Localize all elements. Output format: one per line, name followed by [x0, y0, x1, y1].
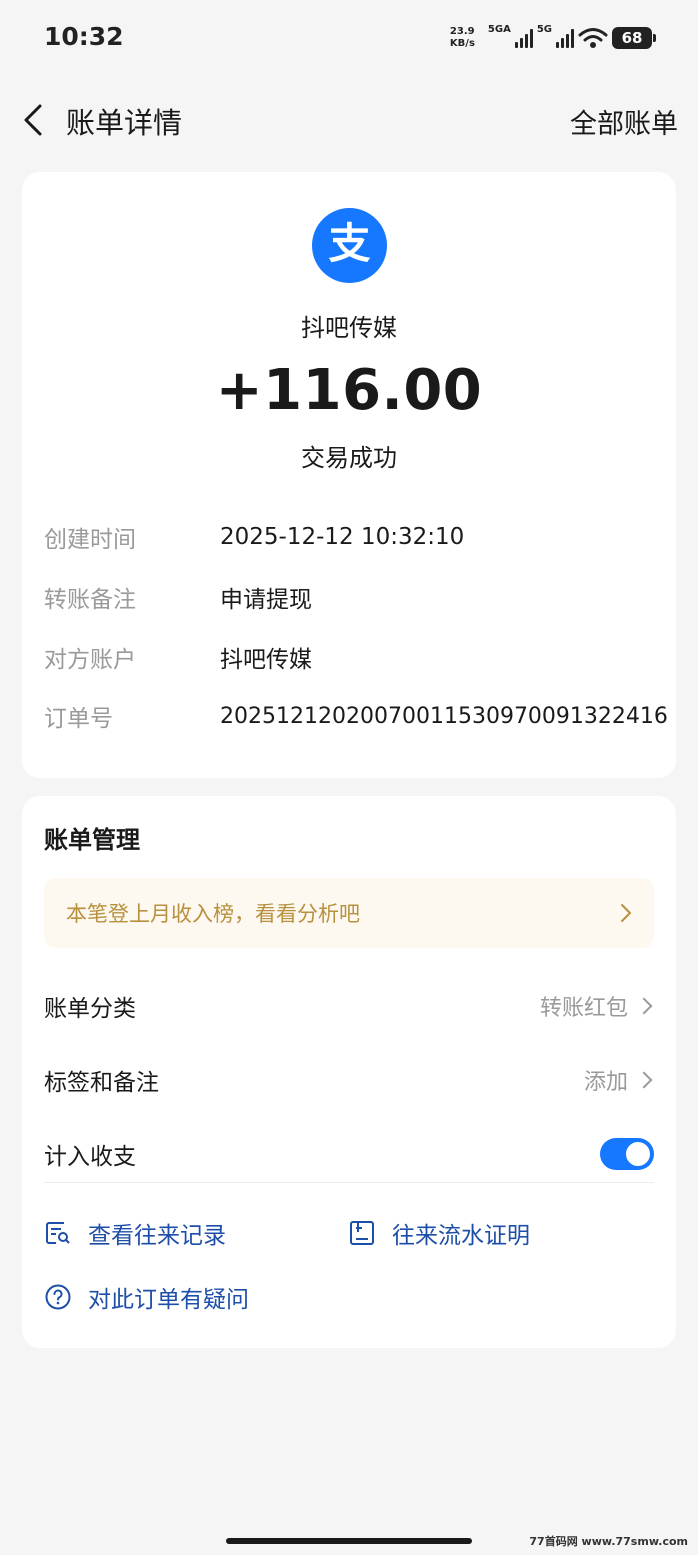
battery-icon: 68: [612, 27, 656, 49]
merchant-name: 抖吧传媒: [301, 314, 397, 342]
help-circle-icon: [45, 1284, 71, 1310]
signal-icon-1: [514, 28, 533, 48]
transaction-proof-link[interactable]: 往来流水证明: [348, 1216, 530, 1250]
detail-value: 2025-12-12 10:32:10: [220, 524, 465, 550]
alipay-logo-icon: 支: [312, 208, 387, 283]
detail-value: 申请提现: [220, 587, 312, 613]
signal-icon-2: [556, 28, 574, 48]
bill-management-card: 账单管理 本笔登上月收入榜，看看分析吧 账单分类 转账红包 标签和备注 添加 计…: [22, 796, 676, 1348]
watermark: 77首码网 www.77smw.com: [529, 1535, 688, 1548]
section-title: 账单管理: [44, 826, 140, 854]
bill-category-row[interactable]: 账单分类 转账红包: [44, 986, 654, 1026]
chevron-left-icon[interactable]: [18, 102, 48, 138]
view-records-link[interactable]: 查看往来记录: [44, 1216, 226, 1250]
status-time: 10:32: [44, 22, 124, 51]
order-question-link[interactable]: 对此订单有疑问: [44, 1280, 249, 1314]
row-label: 计入收支: [44, 1144, 136, 1170]
transaction-status: 交易成功: [301, 444, 397, 472]
chevron-right-icon: [635, 1071, 653, 1089]
income-ranking-banner[interactable]: 本笔登上月收入榜，看看分析吧: [44, 878, 654, 948]
row-value: 添加: [583, 1070, 628, 1095]
chevron-right-icon: [635, 997, 653, 1015]
record-search-icon: [46, 1222, 70, 1244]
divider: [44, 1182, 654, 1183]
row-label: 账单分类: [44, 996, 136, 1022]
detail-row-transfer-note: 转账备注 申请提现: [44, 579, 312, 615]
include-in-budget-row: 计入收支: [44, 1134, 654, 1174]
link-label: 对此订单有疑问: [88, 1287, 249, 1313]
row-label: 标签和备注: [44, 1070, 159, 1096]
detail-label: 对方账户: [44, 647, 136, 673]
row-value: 转账红包: [539, 996, 628, 1021]
status-icons: 23.9 KB/s 5GA 5G 68: [449, 22, 656, 54]
detail-value: 抖吧传媒: [220, 647, 312, 673]
alipay-logo-char: 支: [328, 219, 370, 268]
link-label: 往来流水证明: [392, 1223, 530, 1249]
detail-row-counterparty: 对方账户 抖吧传媒: [44, 639, 312, 675]
include-in-budget-toggle[interactable]: [600, 1138, 654, 1170]
detail-row-created-time: 创建时间 2025-12-12 10:32:10: [44, 519, 464, 555]
detail-label: 订单号: [44, 706, 113, 732]
detail-value: 2025121202007001153097009132241​6: [220, 703, 668, 729]
chevron-right-icon: [621, 904, 631, 922]
nav-bar: 账单详情 全部账单: [0, 90, 698, 150]
wifi-icon: [578, 28, 608, 48]
document-icon: [350, 1221, 374, 1245]
transaction-amount: +116.00: [215, 358, 483, 423]
toggle-knob: [626, 1142, 650, 1166]
all-bills-link[interactable]: 全部账单: [570, 102, 678, 141]
network-speed: 23.9 KB/s: [449, 26, 475, 49]
link-label: 查看往来记录: [88, 1223, 226, 1249]
status-bar: 10:32 23.9 KB/s 5GA 5G 68: [0, 0, 698, 78]
page-title: 账单详情: [66, 106, 183, 140]
tags-notes-row[interactable]: 标签和备注 添加: [44, 1060, 654, 1100]
banner-text: 本笔登上月收入榜，看看分析吧: [66, 902, 360, 926]
sim1-network-label: 5GA: [487, 24, 511, 35]
home-indicator[interactable]: [226, 1538, 472, 1544]
detail-row-order-number: 订单号 2025121202007001153097009132241​6: [44, 698, 668, 734]
detail-label: 创建时间: [44, 527, 136, 553]
sim2-network-label: 5G: [536, 24, 552, 35]
transaction-card: 支 抖吧传媒 +116.00 交易成功 创建时间 2025-12-12 10:3…: [22, 172, 676, 778]
detail-label: 转账备注: [44, 587, 136, 613]
